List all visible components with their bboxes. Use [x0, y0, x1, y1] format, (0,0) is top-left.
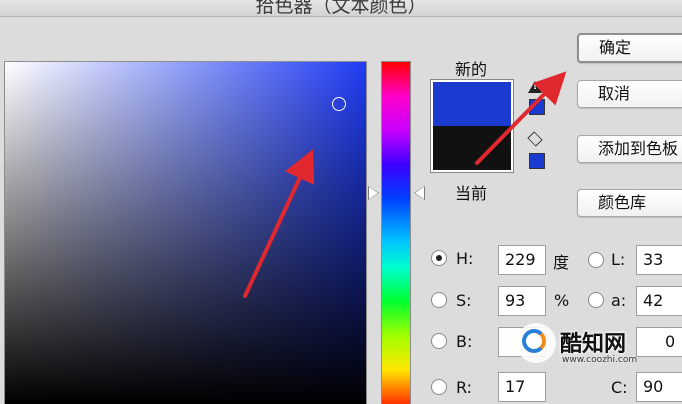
cancel-button[interactable]: 取消: [577, 80, 682, 108]
web-safe-swatch[interactable]: [529, 153, 545, 169]
current-color-label: 当前: [455, 184, 488, 203]
watermark-logo-icon: [516, 323, 556, 363]
color-preview: [430, 79, 514, 173]
color-field[interactable]: [4, 61, 367, 404]
gamut-correction-swatch[interactable]: [529, 99, 545, 115]
l-input[interactable]: 33: [636, 245, 682, 275]
hue-slider-handle-left[interactable]: [369, 187, 378, 199]
c-input[interactable]: 90: [636, 372, 682, 402]
h-label: H:: [456, 249, 474, 268]
s-label: S:: [456, 291, 472, 310]
web-safe-cube-icon[interactable]: [527, 131, 543, 147]
add-to-swatches-button[interactable]: 添加到色板: [577, 135, 682, 163]
s-input[interactable]: 93: [498, 286, 546, 316]
new-color-swatch: [433, 82, 511, 126]
h-unit: 度: [553, 253, 570, 272]
hue-slider-handle-right[interactable]: [415, 187, 424, 199]
b-lab-input[interactable]: 0: [636, 327, 682, 357]
h-input[interactable]: 229: [498, 245, 546, 275]
r-input[interactable]: 17: [498, 372, 546, 402]
ok-button[interactable]: 确定: [577, 33, 682, 63]
b-label: B:: [456, 332, 473, 351]
window-title: 拾色器（文本颜色）: [255, 0, 427, 17]
a-radio[interactable]: [588, 292, 604, 308]
hue-slider[interactable]: [381, 61, 411, 404]
out-of-gamut-warning-icon[interactable]: [528, 81, 542, 93]
watermark-url: www.coozhi.com: [562, 355, 638, 365]
color-libraries-button[interactable]: 颜色库: [577, 189, 682, 217]
r-radio[interactable]: [431, 379, 447, 395]
current-color-swatch[interactable]: [433, 126, 511, 170]
watermark-text: 酷知网: [560, 332, 627, 357]
r-label: R:: [456, 378, 473, 397]
a-label: a:: [611, 291, 627, 310]
c-label: C:: [611, 378, 628, 397]
s-radio[interactable]: [431, 292, 447, 308]
new-color-label: 新的: [455, 60, 488, 79]
l-radio[interactable]: [588, 252, 604, 268]
h-radio[interactable]: [431, 250, 447, 266]
s-unit: %: [554, 291, 570, 310]
a-input[interactable]: 42: [636, 286, 682, 316]
color-field-cursor[interactable]: [332, 97, 346, 111]
b-radio[interactable]: [431, 333, 447, 349]
title-bar: 拾色器（文本颜色）: [0, 0, 682, 17]
l-label: L:: [611, 250, 626, 269]
